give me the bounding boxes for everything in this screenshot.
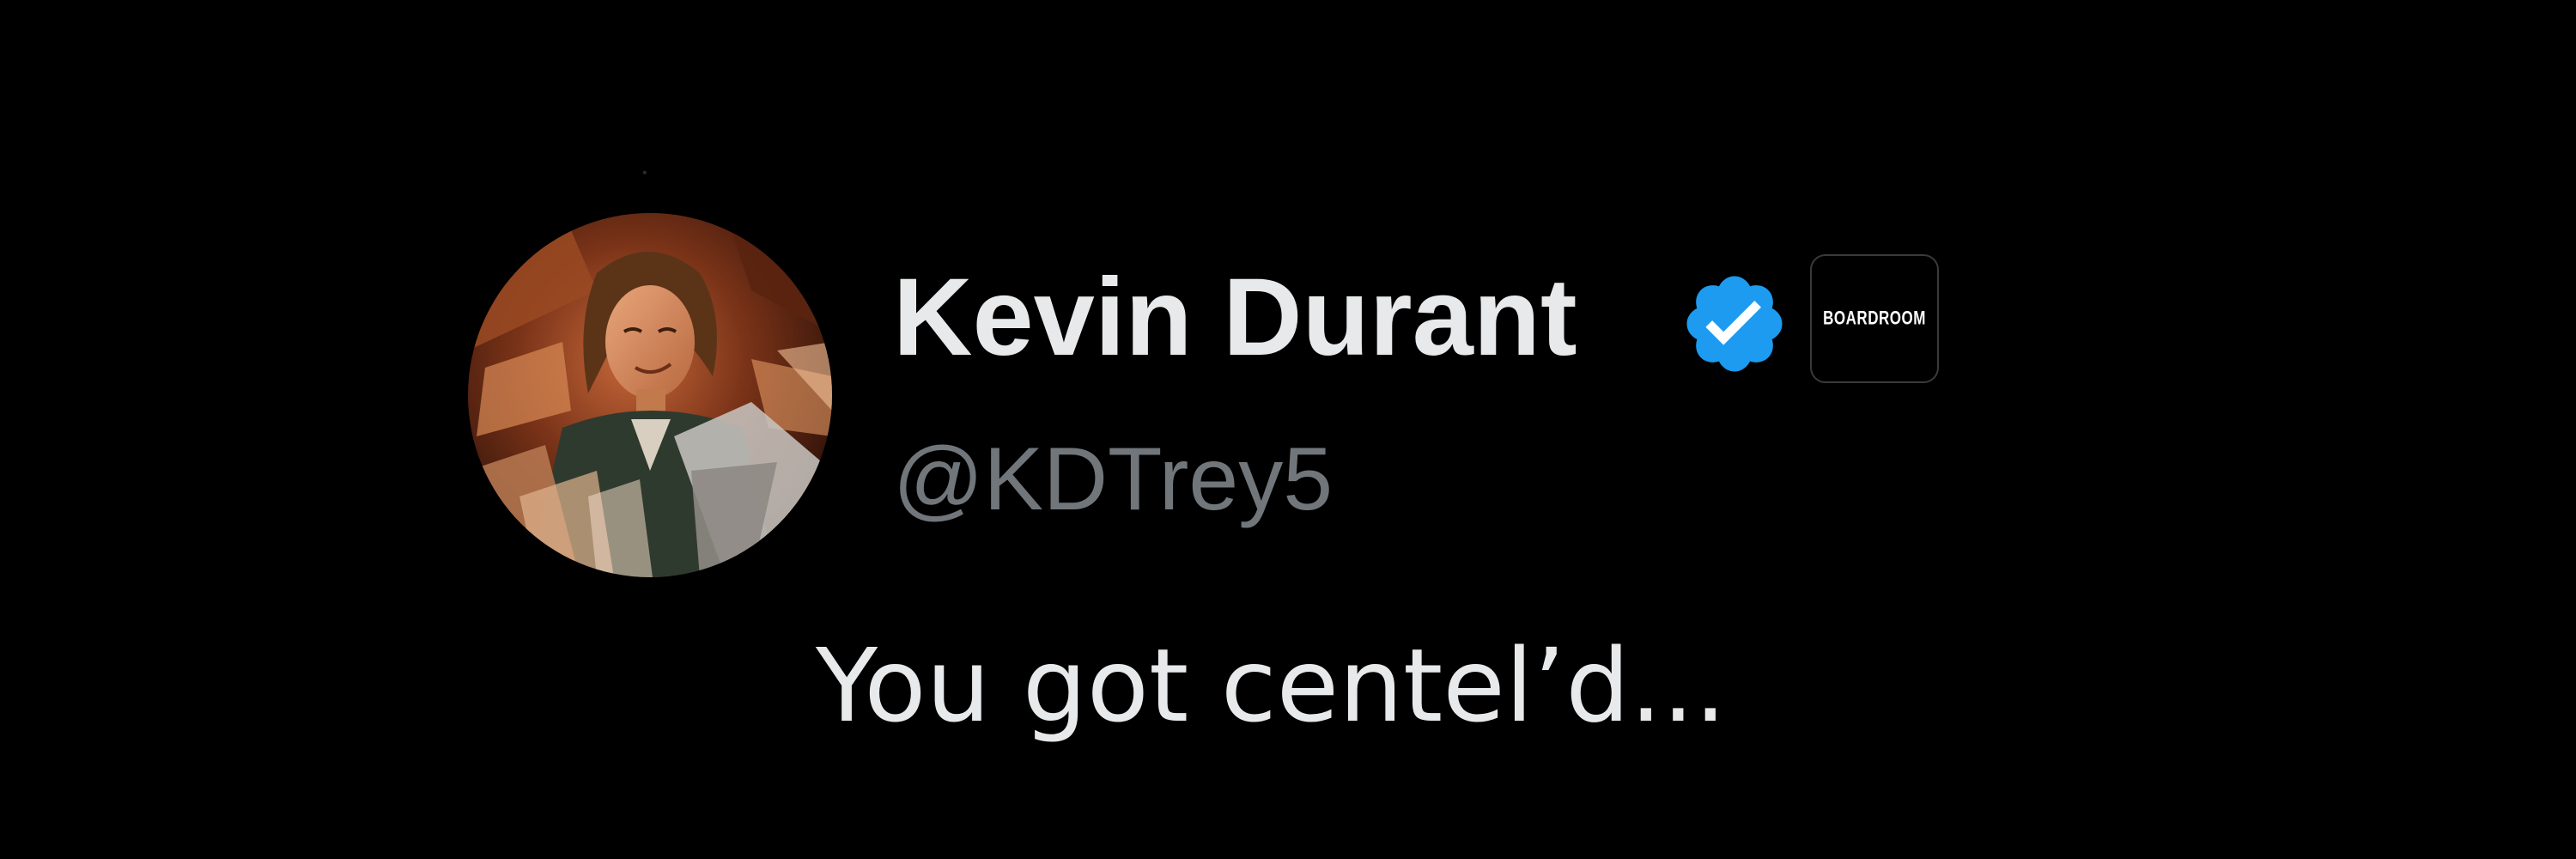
affiliate-badge-label: BOARDROOM bbox=[1823, 308, 1926, 329]
avatar-image bbox=[468, 213, 832, 577]
author-display-name[interactable]: Kevin Durant bbox=[893, 258, 1577, 378]
separator-dot: • bbox=[642, 166, 647, 180]
verified-check-icon[interactable] bbox=[1679, 268, 1790, 380]
affiliate-badge[interactable]: BOARDROOM bbox=[1810, 254, 1939, 383]
tweet-text: You got centel’d... bbox=[816, 626, 1727, 745]
tweet-card: • Kevin Durant BOARDROOM @KDTrey5 You go… bbox=[0, 0, 2576, 859]
avatar[interactable] bbox=[468, 213, 832, 577]
author-handle[interactable]: @KDTrey5 bbox=[893, 428, 1333, 531]
